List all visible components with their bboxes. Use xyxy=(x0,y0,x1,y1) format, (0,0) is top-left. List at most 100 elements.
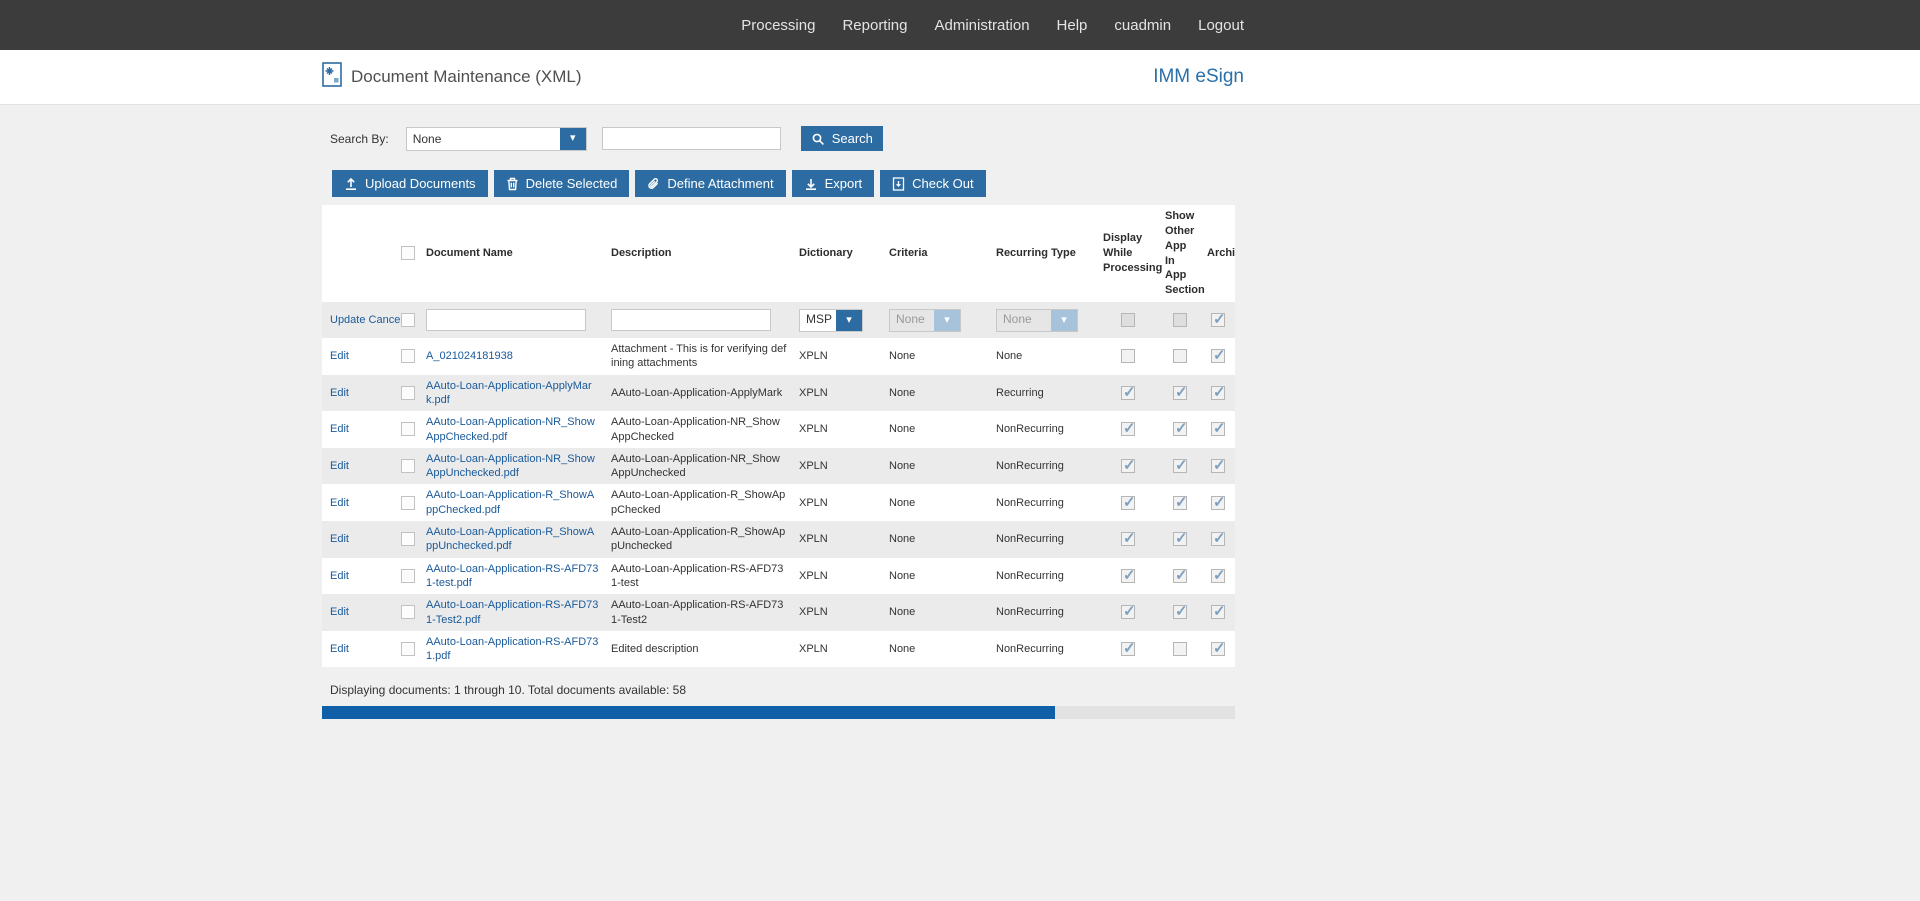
document-name-link[interactable]: AAuto-Loan-Application-R_ShowAppUnchecke… xyxy=(426,526,594,552)
display-while-processing-checkbox[interactable] xyxy=(1121,349,1135,363)
nav-item-help[interactable]: Help xyxy=(1057,17,1088,34)
search-bar: Search By: None Search xyxy=(330,126,1244,151)
show-other-app-checkbox[interactable] xyxy=(1173,386,1187,400)
display-while-processing-checkbox[interactable] xyxy=(1121,569,1135,583)
edit-link[interactable]: Edit xyxy=(330,570,349,582)
header-show-other-app[interactable]: Show Other App In App Section xyxy=(1159,205,1201,302)
chevron-down-icon[interactable] xyxy=(836,310,862,331)
archive-checkbox[interactable] xyxy=(1211,569,1225,583)
search-button-label: Search xyxy=(832,131,873,146)
header-dictionary[interactable]: Dictionary xyxy=(793,205,883,302)
edit-link[interactable]: Edit xyxy=(330,387,349,399)
row-checkbox[interactable] xyxy=(401,386,415,400)
edit-link[interactable]: Edit xyxy=(330,350,349,362)
edit-link[interactable]: Edit xyxy=(330,606,349,618)
document-name-link[interactable]: AAuto-Loan-Application-R_ShowAppChecked.… xyxy=(426,489,594,515)
archive-checkbox[interactable] xyxy=(1211,642,1225,656)
header-document-name[interactable]: Document Name xyxy=(420,205,605,302)
checkout-icon xyxy=(892,177,905,191)
edit-link[interactable]: Edit xyxy=(330,497,349,509)
button-label: Check Out xyxy=(912,176,973,191)
page-header: Document Maintenance (XML) IMM eSign xyxy=(0,50,1920,105)
show-other-app-checkbox[interactable] xyxy=(1173,313,1187,327)
archive-checkbox[interactable] xyxy=(1211,459,1225,473)
search-button[interactable]: Search xyxy=(801,126,883,151)
document-name-link[interactable]: AAuto-Loan-Application-RS-AFD731-Test2.p… xyxy=(426,599,598,625)
nav-item-cuadmin[interactable]: cuadmin xyxy=(1114,17,1171,34)
display-while-processing-checkbox[interactable] xyxy=(1121,496,1135,510)
horizontal-scrollbar[interactable] xyxy=(322,706,1235,719)
display-while-processing-checkbox[interactable] xyxy=(1121,532,1135,546)
header-criteria[interactable]: Criteria xyxy=(883,205,990,302)
show-other-app-checkbox[interactable] xyxy=(1173,642,1187,656)
edit-link[interactable]: Edit xyxy=(330,423,349,435)
show-other-app-checkbox[interactable] xyxy=(1173,569,1187,583)
recurring-type-value: NonRecurring xyxy=(990,594,1097,631)
document-name-link[interactable]: AAuto-Loan-Application-ApplyMark.pdf xyxy=(426,380,592,406)
show-other-app-checkbox[interactable] xyxy=(1173,349,1187,363)
nav-item-logout[interactable]: Logout xyxy=(1198,17,1244,34)
row-checkbox[interactable] xyxy=(401,569,415,583)
nav-item-administration[interactable]: Administration xyxy=(935,17,1030,34)
row-checkbox[interactable] xyxy=(401,459,415,473)
dictionary-dropdown[interactable]: MSP xyxy=(799,309,863,332)
search-input[interactable] xyxy=(602,127,781,150)
row-checkbox[interactable] xyxy=(401,496,415,510)
show-other-app-checkbox[interactable] xyxy=(1173,422,1187,436)
document-name-link[interactable]: AAuto-Loan-Application-RS-AFD731.pdf xyxy=(426,636,598,662)
scrollbar-thumb[interactable] xyxy=(322,706,1055,719)
display-while-processing-checkbox[interactable] xyxy=(1121,422,1135,436)
chevron-down-icon[interactable] xyxy=(560,128,586,150)
edit-link[interactable]: Edit xyxy=(330,460,349,472)
row-checkbox[interactable] xyxy=(401,422,415,436)
dictionary-value: XPLN xyxy=(793,558,883,595)
document-name-link[interactable]: AAuto-Loan-Application-NR_ShowAppChecked… xyxy=(426,416,595,442)
description-input[interactable] xyxy=(611,309,771,331)
archive-checkbox[interactable] xyxy=(1211,349,1225,363)
recurring-type-selected-value: None xyxy=(997,310,1051,331)
nav-item-reporting[interactable]: Reporting xyxy=(842,17,907,34)
export-button[interactable]: Export xyxy=(792,170,875,197)
display-while-processing-checkbox[interactable] xyxy=(1121,459,1135,473)
archive-checkbox[interactable] xyxy=(1211,496,1225,510)
header-display-while-processing[interactable]: Display While Processing xyxy=(1097,205,1159,302)
display-while-processing-checkbox[interactable] xyxy=(1121,605,1135,619)
row-checkbox[interactable] xyxy=(401,313,415,327)
row-checkbox[interactable] xyxy=(401,349,415,363)
archive-checkbox[interactable] xyxy=(1211,422,1225,436)
archive-checkbox[interactable] xyxy=(1211,313,1225,327)
show-other-app-checkbox[interactable] xyxy=(1173,605,1187,619)
row-checkbox[interactable] xyxy=(401,532,415,546)
document-name-link[interactable]: A_021024181938 xyxy=(426,350,513,362)
document-name-link[interactable]: AAuto-Loan-Application-RS-AFD731-test.pd… xyxy=(426,563,598,589)
header-description[interactable]: Description xyxy=(605,205,793,302)
edit-link[interactable]: Edit xyxy=(330,533,349,545)
archive-checkbox[interactable] xyxy=(1211,532,1225,546)
document-name-input[interactable] xyxy=(426,309,586,331)
row-checkbox[interactable] xyxy=(401,642,415,656)
cancel-link[interactable]: Cancel xyxy=(369,314,403,326)
delete-selected-button[interactable]: Delete Selected xyxy=(494,170,630,197)
search-by-dropdown[interactable]: None xyxy=(406,127,587,151)
display-while-processing-checkbox[interactable] xyxy=(1121,313,1135,327)
edit-link[interactable]: Edit xyxy=(330,643,349,655)
row-checkbox[interactable] xyxy=(401,605,415,619)
header-archive[interactable]: Archive xyxy=(1201,205,1235,302)
upload-documents-button[interactable]: Upload Documents xyxy=(332,170,488,197)
document-description: AAuto-Loan-Application-NR_ShowAppUncheck… xyxy=(605,448,793,485)
show-other-app-checkbox[interactable] xyxy=(1173,459,1187,473)
header-recurring-type[interactable]: Recurring Type xyxy=(990,205,1097,302)
display-while-processing-checkbox[interactable] xyxy=(1121,386,1135,400)
display-while-processing-checkbox[interactable] xyxy=(1121,642,1135,656)
define-attachment-button[interactable]: Define Attachment xyxy=(635,170,785,197)
select-all-checkbox[interactable] xyxy=(401,246,415,260)
archive-checkbox[interactable] xyxy=(1211,386,1225,400)
toolbar: Upload DocumentsDelete SelectedDefine At… xyxy=(332,170,1244,197)
document-name-link[interactable]: AAuto-Loan-Application-NR_ShowAppUncheck… xyxy=(426,453,595,479)
show-other-app-checkbox[interactable] xyxy=(1173,532,1187,546)
nav-item-processing[interactable]: Processing xyxy=(741,17,815,34)
show-other-app-checkbox[interactable] xyxy=(1173,496,1187,510)
archive-checkbox[interactable] xyxy=(1211,605,1225,619)
check-out-button[interactable]: Check Out xyxy=(880,170,985,197)
update-link[interactable]: Update xyxy=(330,314,365,326)
